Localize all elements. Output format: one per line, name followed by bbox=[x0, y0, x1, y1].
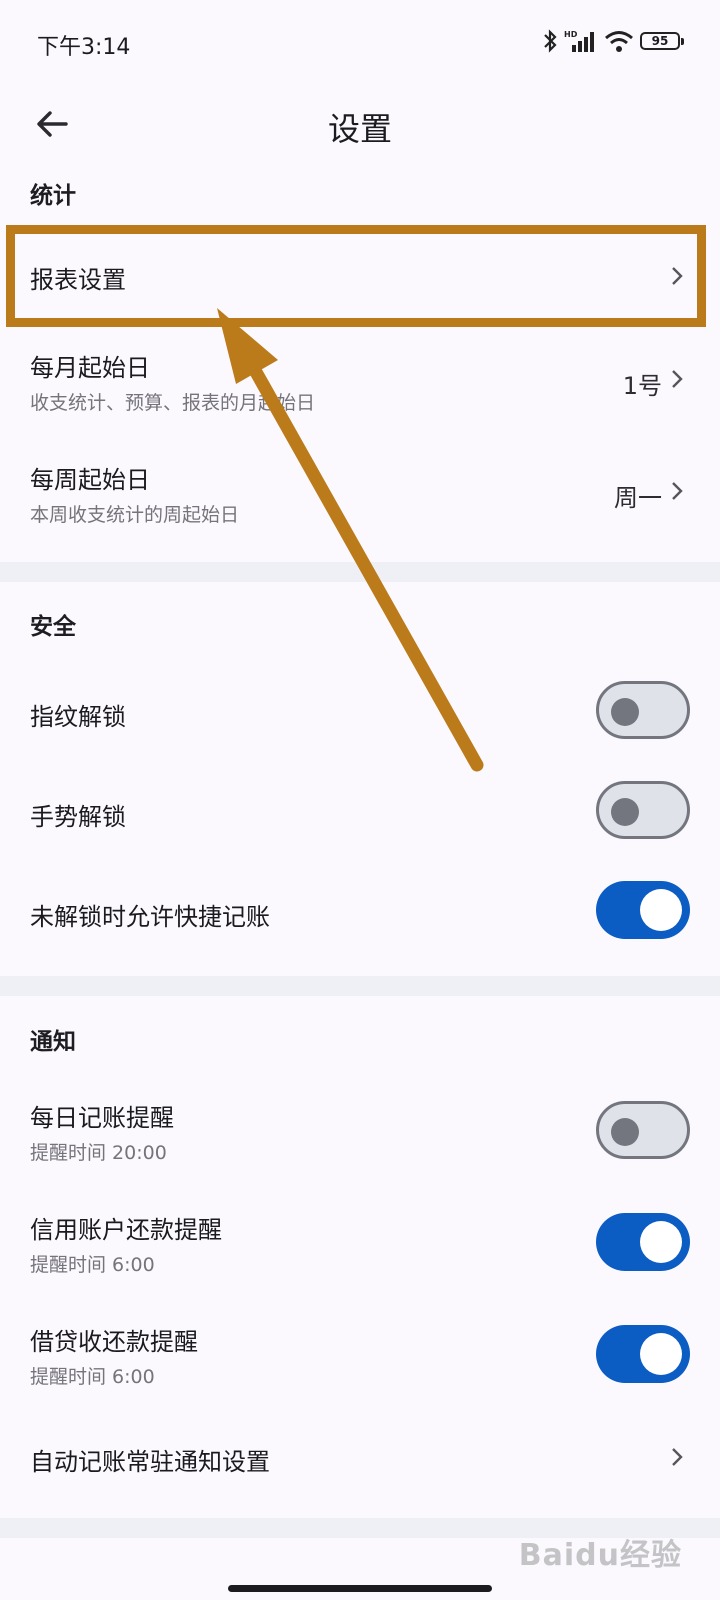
annotation-arrow-icon bbox=[217, 308, 484, 772]
home-indicator bbox=[228, 1585, 492, 1592]
baidu-watermark: Baidu经验 bbox=[518, 1538, 682, 1573]
